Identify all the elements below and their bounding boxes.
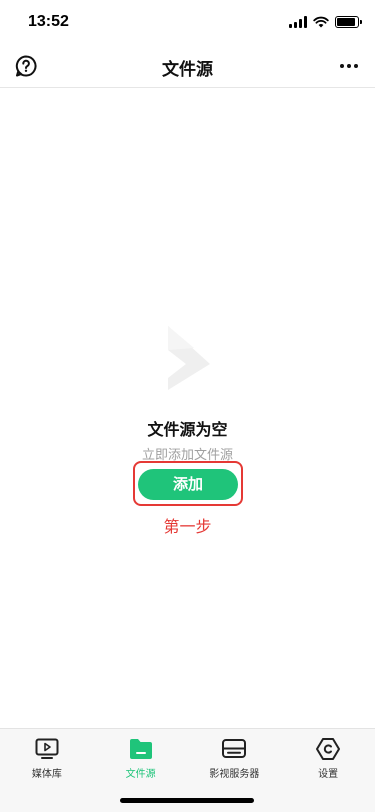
empty-state-title: 文件源为空 — [147, 420, 228, 439]
battery-fill — [337, 18, 355, 26]
server-icon — [222, 739, 247, 758]
more-icon[interactable] — [337, 54, 361, 78]
tab-media-library[interactable]: 媒体库 — [0, 729, 94, 812]
battery-icon — [335, 16, 362, 28]
annotation-step-label: 第一步 — [163, 517, 212, 536]
settings-hexagon-icon — [316, 738, 341, 760]
status-icons — [289, 15, 362, 29]
nav-bar: 文件源 — [0, 44, 375, 88]
tab-label: 媒体库 — [31, 769, 62, 780]
tab-label: 文件源 — [125, 769, 156, 780]
page-title: 文件源 — [162, 60, 213, 80]
cellular-signal-icon — [289, 16, 307, 28]
home-indicator — [120, 798, 254, 803]
status-time: 13:52 — [28, 13, 69, 30]
wifi-icon — [313, 16, 329, 28]
tab-label: 设置 — [318, 769, 339, 780]
play-screen-icon — [35, 738, 59, 759]
folder-icon — [129, 739, 152, 759]
tab-label: 影视服务器 — [209, 769, 260, 780]
empty-state-logo-icon — [168, 326, 210, 390]
tab-settings[interactable]: 设置 — [281, 729, 375, 812]
status-bar: 13:52 — [0, 0, 375, 44]
add-source-button[interactable]: 添加 — [138, 469, 238, 500]
